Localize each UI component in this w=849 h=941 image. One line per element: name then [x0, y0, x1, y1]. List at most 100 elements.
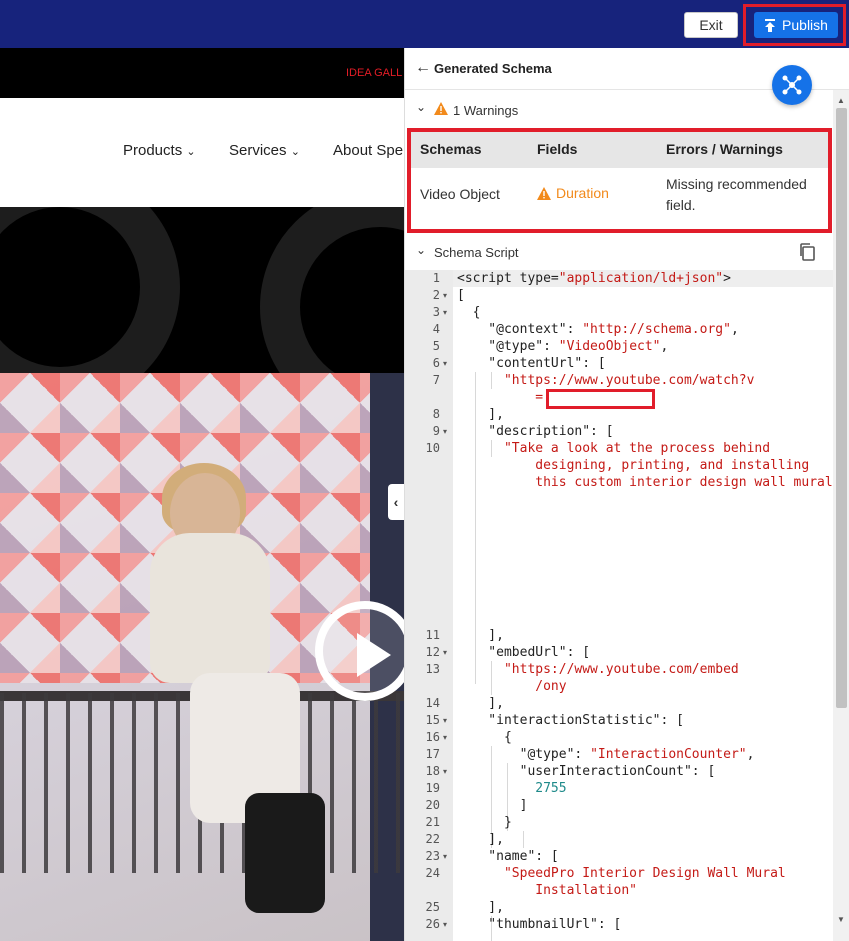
publish-upload-icon	[765, 18, 776, 32]
line-number: 5	[432, 339, 440, 353]
line-number: 4	[432, 322, 440, 336]
code-line: "description": [	[457, 424, 614, 439]
person-body	[150, 533, 270, 683]
back-arrow-icon[interactable]: ←	[415, 59, 431, 77]
publish-button[interactable]: Publish	[754, 12, 838, 38]
scroll-up-arrow-icon[interactable]: ▲	[837, 96, 845, 105]
line-number: 17	[425, 747, 440, 761]
code-token: "@type":	[457, 747, 591, 762]
line-number: 23	[425, 849, 440, 863]
code-line: /ony	[457, 679, 567, 694]
code-line: <script type="application/ld+json">	[457, 270, 731, 287]
fold-toggle-icon[interactable]: ▾	[443, 287, 447, 304]
code-line: "SpeedPro Interior Design Wall Mural	[457, 866, 786, 881]
fold-toggle-icon[interactable]: ▾	[443, 644, 447, 661]
code-line: =	[457, 390, 544, 405]
code-line: ],	[457, 407, 504, 422]
play-icon[interactable]	[315, 601, 404, 701]
code-token: "application/ld+json"	[558, 271, 724, 286]
scroll-down-arrow-icon[interactable]: ▼	[837, 915, 845, 924]
schema-script-toggle[interactable]: ⌄ Schema Script	[405, 242, 835, 264]
code-token: "@context":	[457, 322, 583, 337]
fold-toggle-icon[interactable]: ▾	[443, 729, 447, 746]
line-number: 16	[425, 730, 440, 744]
line-number: 25	[425, 900, 440, 914]
warnings-toggle[interactable]: ⌄ 1 Warnings	[405, 100, 825, 120]
nav-label: About Spe	[333, 142, 404, 159]
redacted-id-highlight-box	[546, 389, 655, 409]
line-number: 18	[425, 764, 440, 778]
line-number: 9	[432, 424, 440, 438]
code-token: ,	[746, 747, 755, 762]
code-line: "userInteractionCount": [	[457, 764, 716, 779]
decorative-ring	[0, 207, 180, 373]
code-editor[interactable]: 1 2 ▾ 3 ▾ 4 5 6 ▾ 7 8 9 ▾ 10 11 12 ▾ 13 14 15 ▾ 16 ▾ 17 18 ▾ 19 20 2…	[405, 270, 833, 941]
code-line: "https://www.youtube.com/watch?v	[457, 373, 755, 388]
exit-button[interactable]: Exit	[684, 12, 738, 38]
line-number: 15	[425, 713, 440, 727]
collapse-panel-tab[interactable]: ‹	[388, 484, 404, 520]
code-line: ],	[457, 900, 504, 915]
nav-label: Products	[123, 142, 183, 159]
code-line: ],	[457, 696, 504, 711]
code-line: {	[457, 305, 481, 320]
nav-label: Services	[229, 142, 287, 159]
fold-toggle-icon[interactable]: ▾	[443, 423, 447, 440]
person-boots	[245, 793, 325, 913]
warnings-count-label: 1 Warnings	[453, 103, 519, 118]
chevron-down-icon: ⌄	[416, 243, 427, 257]
schema-script-label: Schema Script	[434, 245, 519, 260]
code-token: "VideoObject"	[558, 339, 661, 354]
line-number: 26	[425, 917, 440, 931]
fold-toggle-icon[interactable]: ▾	[443, 355, 447, 372]
fold-toggle-icon[interactable]: ▾	[443, 304, 447, 321]
code-line: "@context": "http://schema.org",	[457, 321, 738, 338]
decorative-ring	[260, 207, 404, 373]
nav-item-about[interactable]: About Spe	[333, 142, 403, 159]
code-line: "embedUrl": [	[457, 645, 591, 660]
line-number: 13	[425, 662, 440, 676]
website-preview: IDEA GALL Products ⌄ Services ⌄ About Sp…	[0, 48, 404, 941]
code-token: ,	[660, 339, 669, 354]
scrollbar-thumb[interactable]	[836, 108, 847, 708]
code-line: "name": [	[457, 849, 559, 864]
warnings-highlight-box	[407, 128, 832, 233]
copy-icon[interactable]	[798, 242, 816, 262]
hero-dark-band	[0, 207, 404, 373]
chevron-down-icon: ⌄	[290, 146, 300, 158]
chevron-down-icon: ⌄	[186, 146, 196, 158]
code-line: "thumbnailUrl": [	[457, 917, 622, 932]
announcement-bar: IDEA GALL	[0, 48, 404, 98]
nav-item-services[interactable]: Services ⌄	[229, 142, 300, 159]
schema-network-icon[interactable]	[772, 65, 812, 105]
code-line: ]	[457, 798, 528, 813]
code-line: Installation"	[457, 883, 638, 898]
line-number: 3	[432, 305, 440, 319]
panel-title: Generated Schema	[434, 61, 552, 76]
fold-toggle-icon[interactable]: ▾	[443, 763, 447, 780]
code-line: "@type": "InteractionCounter",	[457, 746, 755, 763]
site-nav: Products ⌄ Services ⌄ About Spe	[0, 98, 404, 207]
line-number: 12	[425, 645, 440, 659]
fold-toggle-icon[interactable]: ▾	[443, 848, 447, 865]
code-line: "@type": "VideoObject",	[457, 338, 668, 355]
fold-toggle-icon[interactable]: ▾	[443, 712, 447, 729]
warning-triangle-icon	[434, 102, 448, 115]
line-number: 24	[425, 866, 440, 880]
code-line: designing, printing, and installing	[457, 458, 810, 473]
code-line: "https://www.youtube.com/embed	[457, 662, 739, 677]
hero-video-thumbnail[interactable]	[0, 373, 404, 941]
code-token: "http://schema.org"	[582, 322, 731, 337]
nav-item-products[interactable]: Products ⌄	[123, 142, 196, 159]
line-number: 11	[425, 628, 440, 642]
code-token: "@type":	[457, 339, 559, 354]
code-line: ],	[457, 628, 504, 643]
line-number: 1	[432, 271, 440, 285]
code-token: <script type=	[457, 271, 559, 286]
publish-label: Publish	[782, 17, 828, 33]
code-line: {	[457, 730, 512, 745]
top-bar: Exit Publish	[0, 0, 849, 48]
fold-toggle-icon[interactable]: ▾	[443, 916, 447, 933]
code-line: [	[457, 288, 465, 303]
code-line: this custom interior design wall mural	[457, 475, 833, 490]
